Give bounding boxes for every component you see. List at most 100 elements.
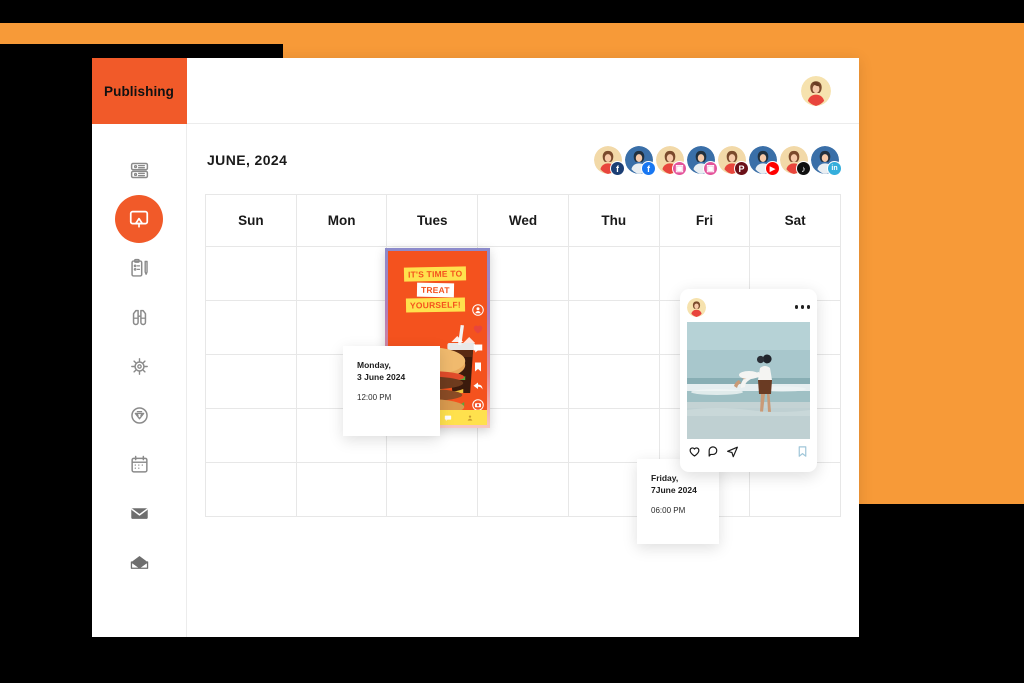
reel-action-rail <box>472 303 484 425</box>
calendar-day-header: Wed <box>478 195 569 247</box>
sidebar-item-calendar[interactable] <box>115 440 163 488</box>
profile-icon[interactable] <box>466 409 474 426</box>
like-heart-icon[interactable] <box>688 445 701 463</box>
account-chip-facebook[interactable]: f <box>625 146 656 176</box>
sidebar-item-listening[interactable] <box>115 293 163 341</box>
account-chip-instagram[interactable]: ▣ <box>656 146 687 176</box>
calendar-day-header: Sun <box>206 195 297 247</box>
screenshot-stage: Publishing JUNE, 2024 f f ▣ ▣ P ▶ ♪ in S… <box>0 0 1024 683</box>
calendar-day-cell[interactable] <box>296 247 388 301</box>
schedule-time: 12:00 PM <box>357 392 392 402</box>
content-area: JUNE, 2024 f f ▣ ▣ P ▶ ♪ in Sun Mon Tues Wed Thu Fri… <box>187 124 859 637</box>
sidebar-item-publishing[interactable] <box>115 195 163 243</box>
headline-line-2: TREAT <box>417 282 454 297</box>
linkedin-badge-icon: in <box>827 161 842 176</box>
tiktok-badge-icon: ♪ <box>796 161 811 176</box>
schedule-day: Friday, <box>651 473 679 483</box>
calendar-day-header: Fri <box>659 195 751 247</box>
calendar-day-header: Mon <box>296 195 388 247</box>
background-black-left-block <box>0 63 92 637</box>
calendar-day-cell[interactable] <box>478 463 569 517</box>
monday-schedule-card[interactable]: Monday, 3 June 2024 12:00 PM <box>343 346 440 436</box>
account-chip-pinterest[interactable]: P <box>718 146 749 176</box>
instagram-post-actions <box>687 439 810 463</box>
sidebar-nav-list <box>92 124 186 587</box>
calendar-day-cell[interactable] <box>206 355 297 409</box>
topbar <box>187 58 859 124</box>
headline-line-1: IT'S TIME TO <box>404 266 467 282</box>
pinterest-badge-icon: P <box>734 161 749 176</box>
calendar-day-cell[interactable] <box>206 301 297 355</box>
calendar-day-cell[interactable] <box>206 409 297 463</box>
headline-line-3: YOURSELF! <box>405 297 466 313</box>
comment-bubble-icon[interactable] <box>472 341 484 353</box>
content-header: JUNE, 2024 f f ▣ ▣ P ▶ ♪ in <box>205 144 842 176</box>
shield-badge-icon <box>129 405 150 426</box>
user-avatar[interactable] <box>801 75 831 106</box>
account-chip-tiktok[interactable]: ♪ <box>780 146 811 176</box>
bookmark-icon[interactable] <box>472 360 484 372</box>
background-black-bottom-block <box>0 637 1024 683</box>
instagram-post-header <box>687 296 810 318</box>
share-send-icon[interactable] <box>726 445 739 463</box>
schedule-day: Monday, <box>357 360 391 370</box>
bookmark-icon[interactable] <box>796 445 809 463</box>
schedule-time: 06:00 PM <box>651 505 686 515</box>
post-more-options-icon[interactable] <box>794 305 810 309</box>
sidebar-item-inbox[interactable] <box>115 489 163 537</box>
calendar-day-cell[interactable] <box>206 463 297 517</box>
month-title: JUNE, 2024 <box>207 152 288 168</box>
sidebar-item-messages[interactable] <box>115 538 163 586</box>
schedule-date: 7June 2024 <box>651 485 697 496</box>
calendar-day-header: Sat <box>750 195 842 247</box>
account-chip-youtube[interactable]: ▶ <box>749 146 780 176</box>
calendar-day-header: Thu <box>568 195 660 247</box>
calendar-icon <box>129 454 150 475</box>
calendar-day-cell[interactable] <box>568 301 660 355</box>
clipboard-pen-icon <box>129 258 150 279</box>
presentation-monitor-icon <box>128 208 150 230</box>
instagram-badge-icon: ▣ <box>703 161 718 176</box>
facebook-badge-icon: f <box>641 161 656 176</box>
calendar-day-cell[interactable] <box>568 409 660 463</box>
sidebar-item-advocacy[interactable] <box>115 391 163 439</box>
share-arrow-icon[interactable] <box>472 379 484 391</box>
calendar-day-cell[interactable] <box>478 355 569 409</box>
binoculars-icon <box>129 307 150 328</box>
main-area: JUNE, 2024 f f ▣ ▣ P ▶ ♪ in Sun Mon Tues Wed Thu Fri… <box>187 58 859 637</box>
profile-avatar-icon[interactable] <box>472 303 484 316</box>
facebook-badge-icon: f <box>610 161 625 176</box>
instagram-badge-icon: ▣ <box>672 161 687 176</box>
app-window: Publishing JUNE, 2024 f f ▣ ▣ P ▶ ♪ in S… <box>92 58 859 637</box>
account-chip-linkedin[interactable]: in <box>811 146 842 176</box>
account-chip-facebook[interactable]: f <box>594 146 625 176</box>
calendar-day-cell[interactable] <box>478 247 569 301</box>
post-author-avatar[interactable] <box>687 297 706 317</box>
beach-photo <box>687 322 810 439</box>
calendar-day-cell[interactable] <box>387 463 479 517</box>
gear-icon <box>129 356 150 377</box>
reel-headline: IT'S TIME TO TREAT YOURSELF! <box>396 266 475 313</box>
chat-icon[interactable] <box>444 409 452 426</box>
calendar-day-cell[interactable] <box>568 355 660 409</box>
sidebar-item-content[interactable] <box>115 244 163 292</box>
calendar-day-cell[interactable] <box>568 247 660 301</box>
beach-instagram-post[interactable] <box>680 289 817 472</box>
schedule-date: 3 June 2024 <box>357 372 406 383</box>
sidebar-item-settings[interactable] <box>115 342 163 390</box>
calendar-day-header: Tues <box>387 195 479 247</box>
youtube-badge-icon: ▶ <box>765 161 780 176</box>
calendar-day-cell[interactable] <box>206 247 297 301</box>
calendar-day-cell[interactable] <box>478 409 569 463</box>
calendar-header-row: Sun Mon Tues Wed Thu Fri Sat <box>206 195 842 247</box>
calendar-day-cell[interactable] <box>478 301 569 355</box>
calendar-day-cell[interactable] <box>296 463 388 517</box>
like-heart-icon[interactable] <box>472 322 484 334</box>
brand-publishing-label: Publishing <box>92 58 187 124</box>
comment-bubble-icon[interactable] <box>707 445 720 463</box>
connected-accounts-list: f f ▣ ▣ P ▶ ♪ in <box>594 146 842 176</box>
post-actions-left <box>688 445 739 463</box>
account-chip-instagram[interactable]: ▣ <box>687 146 718 176</box>
dashboard-settings-icon <box>129 160 150 181</box>
sidebar-item-dashboard[interactable] <box>115 146 163 194</box>
